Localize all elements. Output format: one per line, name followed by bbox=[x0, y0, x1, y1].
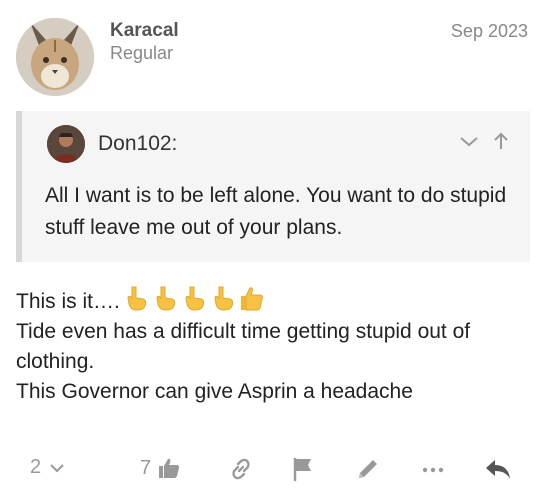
pencil-icon bbox=[359, 460, 377, 478]
thumbs-up-emoji-icon bbox=[240, 287, 263, 311]
post-actions: 2 7 bbox=[0, 450, 546, 490]
pointing-down-emoji-icon bbox=[156, 286, 175, 311]
post-body-line1: This is it…. bbox=[16, 290, 120, 313]
like-button[interactable]: 7 bbox=[140, 456, 181, 480]
ellipsis-icon bbox=[422, 467, 444, 473]
user-avatar-icon bbox=[47, 125, 85, 163]
edit-button[interactable] bbox=[355, 456, 381, 482]
quote-controls bbox=[458, 129, 512, 153]
flag-button[interactable] bbox=[291, 456, 315, 482]
caracal-avatar-icon bbox=[16, 18, 94, 96]
chevron-down-icon[interactable] bbox=[458, 129, 480, 153]
emoji-row bbox=[122, 284, 266, 312]
post-body-line2: Tide even has a difficult time getting s… bbox=[16, 320, 471, 373]
pointing-down-emoji-icon bbox=[214, 286, 233, 311]
thumbs-up-icon bbox=[159, 458, 180, 478]
post-body: This is it…. Tide even has a difficult t… bbox=[16, 284, 536, 407]
replies-toggle-button[interactable]: 2 bbox=[30, 456, 67, 479]
pointing-down-emoji-icon bbox=[127, 286, 146, 311]
flag-icon bbox=[293, 458, 311, 481]
quote-username: Don102: bbox=[98, 132, 178, 155]
arrow-up-icon[interactable] bbox=[490, 129, 512, 153]
post-body-line3: This Governor can give Asprin a headache bbox=[16, 380, 413, 403]
author-name[interactable]: Karacal bbox=[110, 20, 179, 42]
post-date[interactable]: Sep 2023 bbox=[451, 21, 528, 42]
replies-count: 2 bbox=[30, 456, 42, 478]
quote-block: Don102: All I want is to be left alone. … bbox=[16, 111, 530, 262]
more-options-button[interactable] bbox=[420, 456, 446, 482]
chevron-down-icon bbox=[50, 463, 64, 472]
copy-link-button[interactable] bbox=[228, 456, 254, 482]
link-icon bbox=[232, 458, 250, 480]
forum-post: Karacal Regular Sep 2023 Don102: All I w… bbox=[0, 0, 546, 500]
author-title: Regular bbox=[110, 43, 174, 63]
quote-user-avatar[interactable] bbox=[47, 125, 85, 163]
quote-text: All I want is to be left alone. You want… bbox=[45, 184, 507, 239]
reply-arrow-icon bbox=[486, 460, 510, 479]
pointing-down-emoji-icon bbox=[185, 286, 204, 311]
author-avatar[interactable] bbox=[16, 18, 94, 96]
reply-button[interactable] bbox=[483, 456, 513, 482]
likes-count: 7 bbox=[140, 456, 152, 479]
post-body-line: This is it…. bbox=[16, 284, 536, 317]
